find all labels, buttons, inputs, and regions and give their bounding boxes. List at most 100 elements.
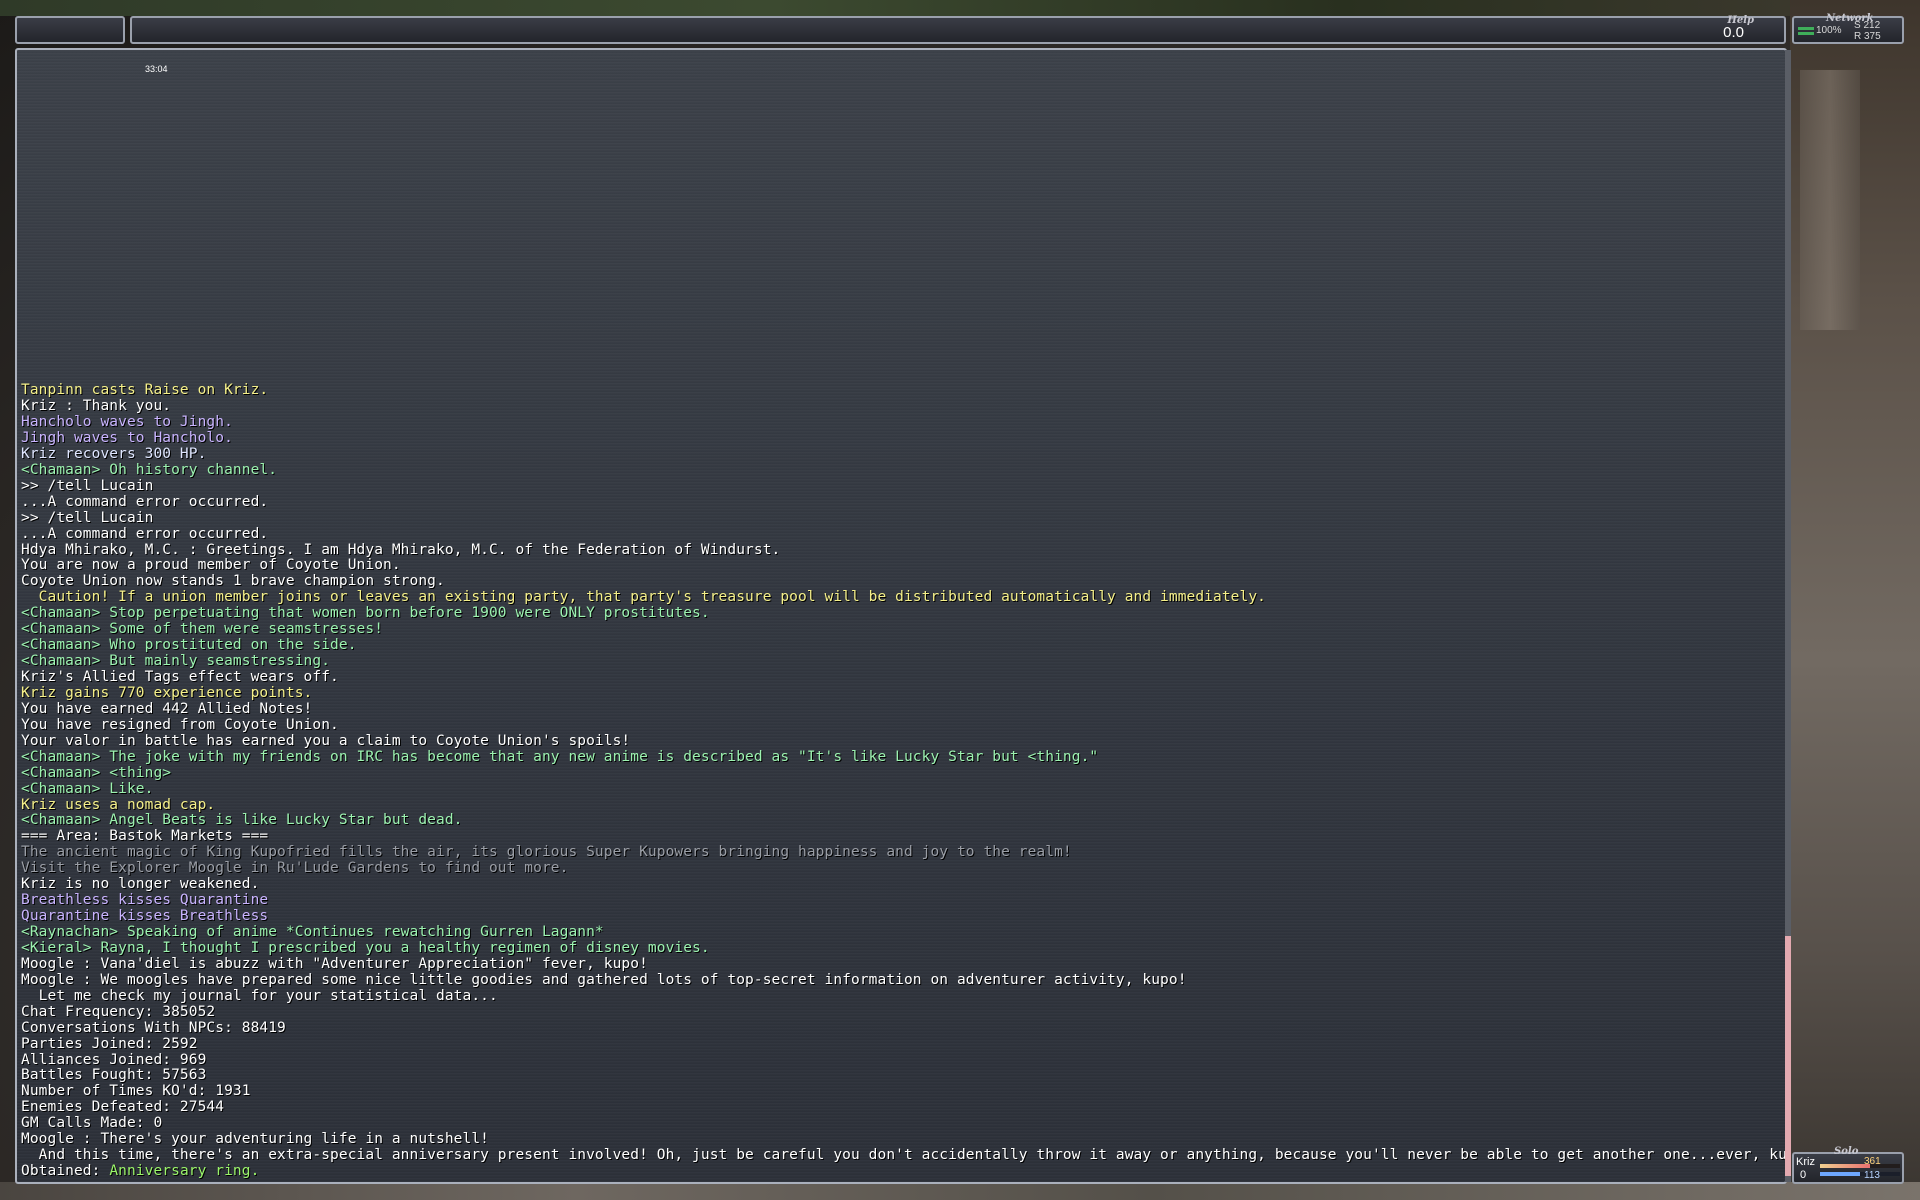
chat-line-text: <Chamaan> Oh history channel. bbox=[21, 461, 278, 478]
chat-line-text: You have earned 442 Allied Notes! bbox=[21, 700, 313, 717]
chat-line-text: <Chamaan> Some of them were seamstresses… bbox=[21, 621, 384, 638]
chat-line: === Area: Bastok Markets === bbox=[21, 828, 1765, 845]
chat-line: ...A command error occurred. bbox=[21, 493, 1765, 511]
chat-line: <Chamaan> Who prostituted on the side. bbox=[21, 637, 1765, 654]
chat-line-text: <Chamaan> Angel Beats is like Lucky Star… bbox=[21, 812, 463, 829]
chat-line-text: <Raynachan> Speaking of anime *Continues… bbox=[21, 924, 604, 940]
target-bar[interactable] bbox=[15, 16, 125, 44]
chat-line-text: GM Calls Made: 0 bbox=[21, 1115, 163, 1132]
party-member-tp: 0 bbox=[1800, 1169, 1807, 1181]
chat-line: <Chamaan> But mainly seamstressing. bbox=[21, 653, 1765, 670]
obtained-item-suffix: . bbox=[250, 1163, 260, 1180]
mp-bar bbox=[1820, 1172, 1900, 1176]
chat-line: <Raynachan> Speaking of anime *Continues… bbox=[21, 924, 1765, 941]
chat-line-text: Moogle : There's your adventuring life i… bbox=[21, 1131, 489, 1148]
chat-line: Number of Times KO'd: 1931 bbox=[21, 1083, 1765, 1100]
chat-line-text: >> /tell Lucain bbox=[21, 509, 154, 526]
chat-line-text: Hancholo waves to Jingh. bbox=[21, 414, 233, 430]
chat-line: Kriz gains 770 experience points. bbox=[21, 684, 1765, 702]
chat-line-text: ...A command error occurred. bbox=[21, 525, 269, 542]
hp-bar-fill bbox=[1820, 1164, 1870, 1168]
chat-line: Coyote Union now stands 1 brave champion… bbox=[21, 573, 1765, 590]
chat-line: Caution! If a union member joins or leav… bbox=[21, 589, 1765, 606]
chat-line-text: >> /tell Lucain bbox=[21, 477, 154, 494]
chat-timestamp: 33:04 bbox=[145, 64, 168, 74]
chat-line: Kriz is no longer weakened. bbox=[21, 876, 1765, 893]
chat-line-text: Alliances Joined: 969 bbox=[21, 1051, 207, 1068]
chat-line: Kriz : Thank you. bbox=[21, 398, 1765, 415]
chat-line: You have earned 442 Allied Notes! bbox=[21, 700, 1765, 718]
chat-line: Moogle : Vana'diel is abuzz with "Advent… bbox=[21, 956, 1765, 973]
chat-line-text: <Chamaan> But mainly seamstressing. bbox=[21, 653, 331, 670]
chat-line-text: Let me check my journal for your statist… bbox=[21, 987, 498, 1004]
chat-line-text: Parties Joined: 2592 bbox=[21, 1035, 198, 1052]
chat-line-text: And this time, there's an extra-special … bbox=[21, 1147, 1787, 1164]
chat-line: Alliances Joined: 969 bbox=[21, 1051, 1765, 1069]
chat-line: Moogle : There's your adventuring life i… bbox=[21, 1131, 1765, 1148]
chat-line-text: Your valor in battle has earned you a cl… bbox=[21, 732, 631, 749]
party-member-name: Kriz bbox=[1796, 1156, 1815, 1168]
chat-line: Tanpinn casts Raise on Kriz. bbox=[21, 382, 1765, 399]
chat-line-text: ...A command error occurred. bbox=[21, 493, 269, 510]
chat-line: Enemies Defeated: 27544 bbox=[21, 1099, 1765, 1116]
hp-bar bbox=[1820, 1164, 1900, 1168]
chat-line: Conversations With NPCs: 88419 bbox=[21, 1019, 1765, 1037]
chat-line-text: <Chamaan> The joke with my friends on IR… bbox=[21, 748, 1099, 765]
chat-line-text: Conversations With NPCs: 88419 bbox=[21, 1019, 286, 1036]
chat-line: Battles Fought: 57563 bbox=[21, 1067, 1765, 1084]
chat-line-text: Kriz gains 770 experience points. bbox=[21, 684, 313, 701]
chat-line-text: You are now a proud member of Coyote Uni… bbox=[21, 557, 401, 574]
chat-line: GM Calls Made: 0 bbox=[21, 1115, 1765, 1132]
help-bar[interactable]: Help 0.0 bbox=[130, 15, 1786, 44]
chat-scrollbar-thumb[interactable] bbox=[1785, 936, 1791, 1176]
chat-line: <Chamaan> Angel Beats is like Lucky Star… bbox=[21, 812, 1765, 829]
chat-line: <Chamaan> The joke with my friends on IR… bbox=[21, 748, 1765, 766]
chat-line-text: <Chamaan> Like. bbox=[21, 780, 154, 797]
chat-line-text: <Kieral> Rayna, I thought I prescribed y… bbox=[21, 939, 710, 956]
chat-line: <Chamaan> Oh history channel. bbox=[21, 461, 1765, 479]
chat-line: Let me check my journal for your statist… bbox=[21, 987, 1765, 1005]
chat-line: The ancient magic of King Kupofried fill… bbox=[21, 844, 1765, 861]
background-scenery-top bbox=[0, 0, 1920, 16]
chat-line-text: Obtained: bbox=[21, 1163, 110, 1180]
party-status[interactable]: Solo Kriz 0 361 113 bbox=[1792, 1146, 1904, 1184]
chat-line-text: Kriz is no longer weakened. bbox=[21, 876, 260, 893]
chat-line: Breathless kisses Quarantine bbox=[21, 892, 1765, 909]
chat-line-text: Caution! If a union member joins or leav… bbox=[21, 589, 1266, 606]
chat-line-text: Kriz uses a nomad cap. bbox=[21, 796, 216, 813]
chat-line-text: Breathless kisses Quarantine bbox=[21, 892, 269, 909]
chat-line-text: Kriz recovers 300 HP. bbox=[21, 445, 207, 462]
chat-line: <Chamaan> Like. bbox=[21, 780, 1765, 798]
chat-line: >> /tell Lucain bbox=[21, 477, 1765, 495]
chat-line-text: Moogle : We moogles have prepared some n… bbox=[21, 971, 1187, 988]
obtained-item-name[interactable]: Anniversary ring bbox=[109, 1163, 250, 1179]
chat-line: Jingh waves to Hancholo. bbox=[21, 429, 1765, 447]
chat-line-text: Quarantine kisses Breathless bbox=[21, 908, 269, 925]
chat-line: Hancholo waves to Jingh. bbox=[21, 414, 1765, 431]
chat-log-window[interactable]: 33:04 Tanpinn casts Raise on Kriz. Kriz :… bbox=[15, 48, 1787, 1184]
chat-line: Hdya Mhirako, M.C. : Greetings. I am Hdy… bbox=[21, 542, 1765, 559]
chat-line: Visit the Explorer Moogle in Ru'Lude Gar… bbox=[21, 860, 1765, 877]
chat-line-text: === Area: Bastok Markets === bbox=[21, 828, 269, 845]
chat-line-text: <Chamaan> <thing> bbox=[21, 764, 172, 781]
chat-line: You are now a proud member of Coyote Uni… bbox=[21, 557, 1765, 574]
chat-line-text: Battles Fought: 57563 bbox=[21, 1067, 207, 1084]
chat-line-text: <Chamaan> Who prostituted on the side. bbox=[21, 637, 357, 654]
chat-line: Quarantine kisses Breathless bbox=[21, 908, 1765, 925]
network-send: S 212 bbox=[1854, 20, 1881, 31]
chat-line-text: Number of Times KO'd: 1931 bbox=[21, 1083, 251, 1100]
chat-lines: Tanpinn casts Raise on Kriz. Kriz : Thank… bbox=[21, 382, 1785, 1180]
chat-line-text: <Chamaan> Stop perpetuating that women b… bbox=[21, 605, 710, 622]
party-member-hp: 361 bbox=[1864, 1156, 1881, 1167]
help-value: 0.0 bbox=[1723, 24, 1744, 41]
chat-line: Your valor in battle has earned you a cl… bbox=[21, 732, 1765, 750]
chat-line: Kriz's Allied Tags effect wears off. bbox=[21, 669, 1765, 686]
background-pillar bbox=[1800, 70, 1860, 330]
chat-line-text: The ancient magic of King Kupofried fill… bbox=[21, 844, 1072, 861]
chat-line: Kriz recovers 300 HP. bbox=[21, 445, 1765, 463]
chat-line: <Kieral> Rayna, I thought I prescribed y… bbox=[21, 939, 1765, 957]
chat-line-speaker: Kriz : Thank you. bbox=[21, 398, 172, 415]
chat-line: <Chamaan> <thing> bbox=[21, 764, 1765, 782]
chat-line-text: Jingh waves to Hancholo. bbox=[21, 429, 233, 446]
party-mode-label: Solo bbox=[1834, 1146, 1859, 1157]
